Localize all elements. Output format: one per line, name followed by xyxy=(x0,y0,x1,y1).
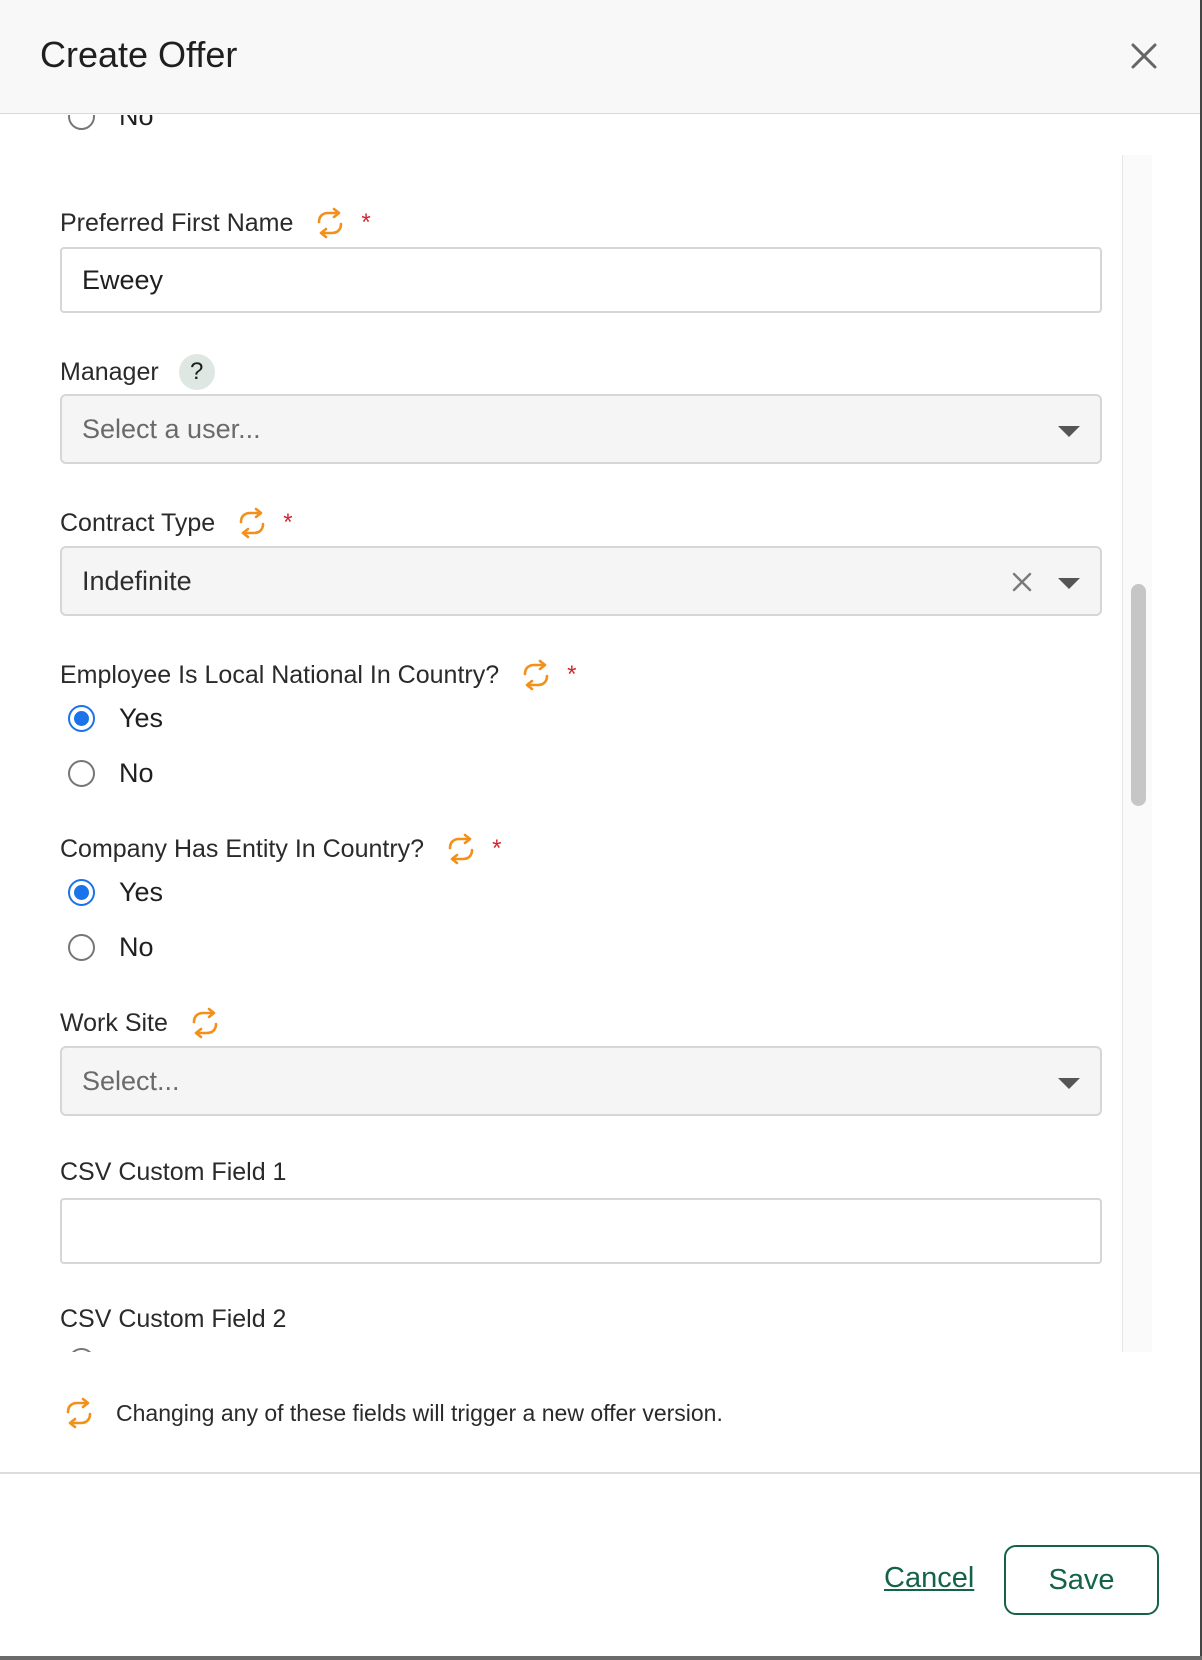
local-national-radio-no[interactable]: No xyxy=(68,758,154,789)
prev-radio-no[interactable] xyxy=(68,115,95,130)
contract-type-select[interactable]: Indefinite xyxy=(60,546,1102,616)
csv-custom-field-2-label: CSV Custom Field 2 xyxy=(60,1305,287,1333)
dialog-title: Create Offer xyxy=(40,34,238,75)
chevron-down-icon xyxy=(1058,578,1080,589)
required-asterisk: * xyxy=(567,661,577,688)
sync-icon xyxy=(313,206,347,240)
prev-radio-label: No xyxy=(119,115,154,131)
csv-custom-field-1-label: CSV Custom Field 1 xyxy=(60,1158,287,1186)
close-icon[interactable] xyxy=(1124,36,1164,76)
next-radio[interactable] xyxy=(68,1348,95,1352)
required-asterisk: * xyxy=(283,509,293,536)
footer-divider xyxy=(0,1472,1200,1474)
sync-icon xyxy=(235,506,269,540)
company-entity-radio-yes[interactable]: Yes xyxy=(68,877,163,908)
csv-custom-field-1-input[interactable] xyxy=(60,1198,1102,1264)
dialog-header: Create Offer xyxy=(0,0,1200,114)
manager-label: Manager ? xyxy=(60,354,215,390)
sync-icon xyxy=(519,658,553,692)
manager-select[interactable]: Select a user... xyxy=(60,394,1102,464)
local-national-radio-yes[interactable]: Yes xyxy=(68,703,163,734)
next-radio-partial xyxy=(66,1346,106,1352)
preferred-first-name-label: Preferred First Name * xyxy=(60,206,371,240)
scrollbar-thumb[interactable] xyxy=(1131,584,1146,806)
sync-icon xyxy=(188,1006,222,1040)
contract-type-label: Contract Type * xyxy=(60,506,293,540)
radio-selected[interactable] xyxy=(68,879,95,906)
local-national-label: Employee Is Local National In Country? * xyxy=(60,658,576,692)
company-entity-label: Company Has Entity In Country? * xyxy=(60,832,501,866)
radio-unselected[interactable] xyxy=(68,934,95,961)
cancel-button[interactable]: Cancel xyxy=(884,1562,974,1595)
window-edge-bottom xyxy=(0,1656,1202,1660)
save-button[interactable]: Save xyxy=(1004,1545,1159,1615)
company-entity-radio-no[interactable]: No xyxy=(68,932,154,963)
required-asterisk: * xyxy=(492,835,502,862)
chevron-down-icon xyxy=(1058,1078,1080,1089)
chevron-down-icon xyxy=(1058,426,1080,437)
radio-selected[interactable] xyxy=(68,705,95,732)
clear-icon[interactable] xyxy=(1010,570,1034,594)
sync-icon xyxy=(62,1396,96,1430)
work-site-label: Work Site xyxy=(60,1006,222,1040)
prev-radio-partial: No xyxy=(66,115,186,163)
version-note: Changing any of these fields will trigge… xyxy=(62,1396,723,1430)
preferred-first-name-input[interactable]: Eweey xyxy=(60,247,1102,313)
required-asterisk: * xyxy=(361,209,371,236)
sync-icon xyxy=(444,832,478,866)
create-offer-dialog: Create Offer No Preferred First Name * E… xyxy=(0,0,1202,1660)
help-icon[interactable]: ? xyxy=(178,354,215,390)
radio-unselected[interactable] xyxy=(68,760,95,787)
work-site-select[interactable]: Select... xyxy=(60,1046,1102,1116)
